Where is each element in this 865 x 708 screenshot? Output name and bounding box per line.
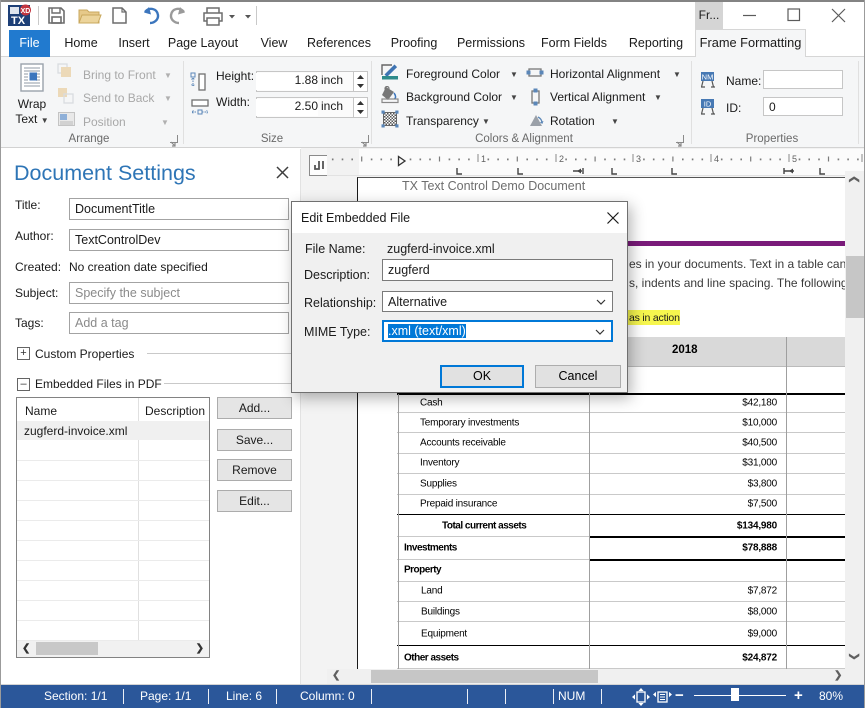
svg-text:4: 4 <box>714 154 719 164</box>
svg-text:5: 5 <box>792 154 797 164</box>
svg-text:1: 1 <box>481 154 486 164</box>
svg-text:TX: TX <box>11 15 26 27</box>
svg-text:ID: ID <box>704 100 712 109</box>
svg-text:2: 2 <box>559 154 564 164</box>
svg-text:XD: XD <box>21 8 31 15</box>
svg-text:NM: NM <box>702 73 714 82</box>
svg-text:3: 3 <box>636 154 641 164</box>
